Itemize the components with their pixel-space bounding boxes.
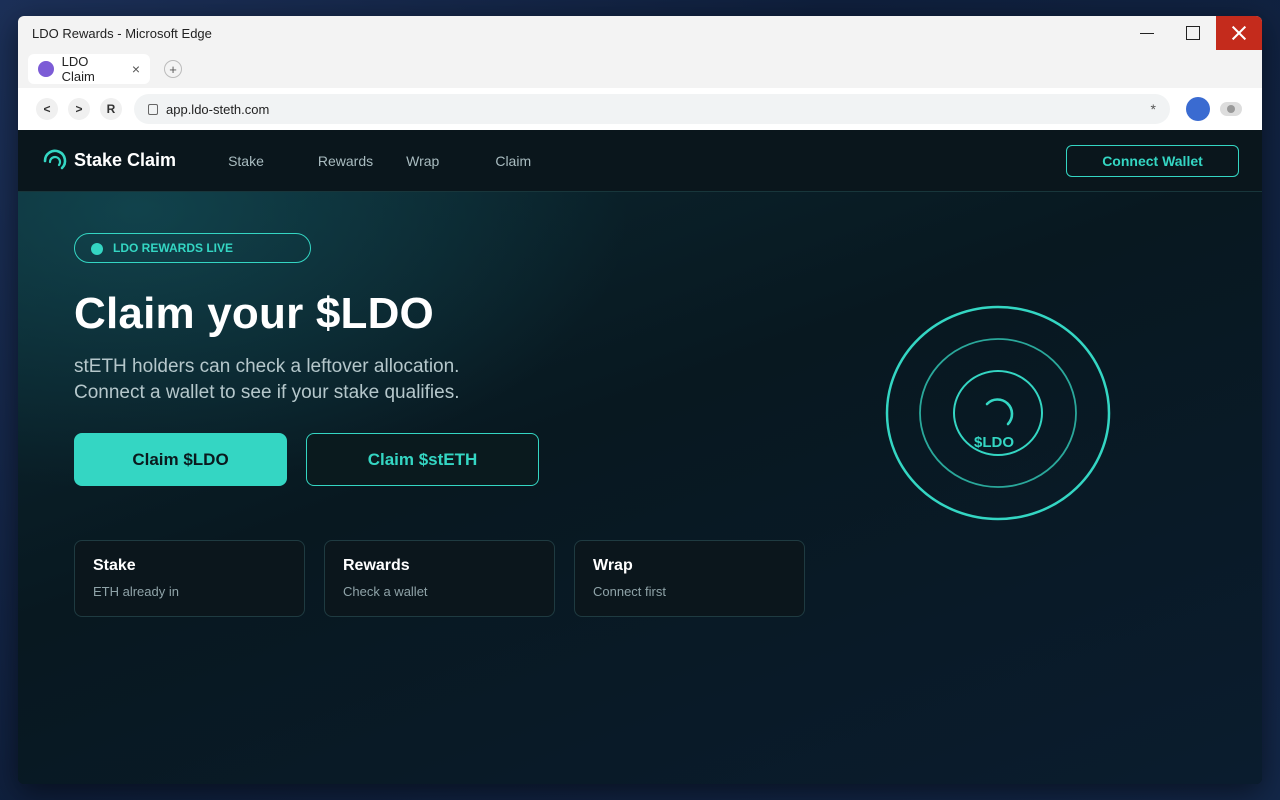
card-stake[interactable]: Stake ETH already in — [74, 540, 305, 617]
live-dot-icon — [91, 243, 103, 255]
logo-text: Stake Claim — [74, 150, 177, 170]
nav-rewards[interactable]: Rewards — [318, 153, 373, 169]
tab-ldo-claim[interactable]: LDO Claim × — [28, 54, 150, 84]
tab-favicon-icon — [38, 61, 54, 77]
title-bar: LDO Rewards - Microsoft Edge — [18, 16, 1262, 50]
address-bar[interactable]: app.ldo-steth.com * — [134, 94, 1170, 124]
orb-label: $LDO — [973, 434, 1014, 451]
minimize-icon — [1140, 32, 1154, 34]
card-title: Rewards — [343, 557, 410, 574]
close-icon — [1231, 25, 1247, 41]
card-wrap[interactable]: Wrap Connect first — [574, 540, 805, 617]
subtitle-line-2: Connect a wallet to see if your stake qu… — [74, 382, 460, 403]
forward-button[interactable]: > — [68, 98, 90, 120]
card-rewards[interactable]: Rewards Check a wallet — [324, 540, 555, 617]
favorite-star-icon[interactable]: * — [1151, 101, 1156, 117]
nav-wrap[interactable]: Wrap — [406, 153, 439, 169]
maximize-icon — [1186, 26, 1200, 40]
site-logo[interactable]: Stake Claim — [40, 146, 176, 176]
ldo-orb-graphic — [885, 305, 1111, 521]
browser-window: LDO Rewards - Microsoft Edge LDO Claim ×… — [18, 16, 1262, 784]
subtitle-line-1: stETH holders can check a leftover alloc… — [74, 356, 460, 377]
card-desc: Connect first — [593, 584, 666, 599]
status-badge: LDO REWARDS LIVE — [74, 233, 311, 263]
web-page: Stake Claim Stake Rewards Wrap Claim Con… — [18, 130, 1262, 784]
connect-wallet-button[interactable]: Connect Wallet — [1066, 145, 1239, 177]
tab-close-icon[interactable]: × — [132, 61, 140, 77]
hero-subtitle: stETH holders can check a leftover alloc… — [74, 354, 554, 406]
close-window-button[interactable] — [1216, 16, 1262, 50]
address-row: < > R app.ldo-steth.com * — [18, 88, 1262, 130]
window-controls — [1124, 16, 1262, 50]
site-info-icon[interactable] — [148, 103, 158, 115]
minimize-button[interactable] — [1124, 16, 1170, 50]
extension-toggle-icon[interactable] — [1220, 102, 1242, 116]
page-title: Claim your $LDO — [74, 289, 434, 338]
new-tab-button[interactable]: + — [164, 60, 182, 78]
back-button[interactable]: < — [36, 98, 58, 120]
window-title: LDO Rewards - Microsoft Edge — [32, 25, 212, 41]
card-desc: Check a wallet — [343, 584, 428, 599]
reload-button[interactable]: R — [100, 98, 122, 120]
site-header: Stake Claim Stake Rewards Wrap Claim Con… — [18, 130, 1262, 192]
card-desc: ETH already in — [93, 584, 179, 599]
tab-label: LDO Claim — [61, 54, 95, 84]
claim-ldo-button[interactable]: Claim $LDO — [74, 433, 287, 486]
logo-arc-icon — [43, 149, 67, 169]
maximize-button[interactable] — [1170, 16, 1216, 50]
claim-steth-button[interactable]: Claim $stETH — [306, 433, 539, 486]
badge-label: LDO REWARDS LIVE — [113, 241, 234, 255]
nav-stake[interactable]: Stake — [228, 153, 264, 169]
profile-avatar-icon[interactable] — [1186, 97, 1210, 121]
nav-claim[interactable]: Claim — [495, 153, 531, 169]
card-title: Wrap — [593, 557, 633, 574]
tab-strip: LDO Claim × + — [18, 50, 1262, 88]
url-text: app.ldo-steth.com — [166, 101, 270, 117]
card-title: Stake — [93, 557, 136, 574]
site-nav: Stake Rewards Wrap Claim — [228, 153, 531, 169]
